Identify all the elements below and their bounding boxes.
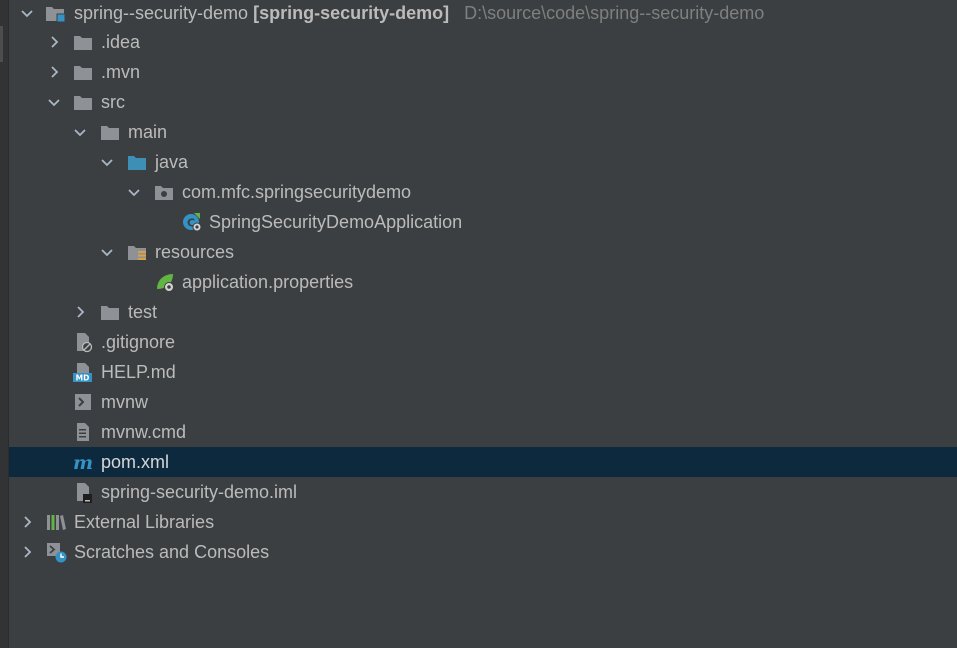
tree-row-scratches[interactable]: Scratches and Consoles (9, 537, 957, 567)
svg-text:m: m (73, 452, 93, 473)
folder-icon (101, 306, 119, 320)
module-folder-icon (46, 7, 66, 23)
chevron-right-icon[interactable] (46, 64, 62, 80)
tree-label: java (155, 152, 189, 172)
scratches-icon (47, 543, 67, 563)
folder-icon (74, 66, 92, 80)
package-icon (155, 186, 173, 200)
source-folder-icon (128, 156, 146, 170)
spring-boot-class-icon: C (183, 213, 202, 232)
tree-label: .idea (101, 32, 141, 52)
shell-script-icon (75, 394, 91, 410)
tree-row-app-class[interactable]: C SpringSecurityDemoApplication (9, 207, 957, 237)
tree-row-mvn[interactable]: .mvn (9, 57, 957, 87)
tree-row-pom[interactable]: m pom.xml (9, 447, 957, 477)
tree-row-iml[interactable]: spring-security-demo.iml (9, 477, 957, 507)
tree-label: mvnw.cmd (101, 422, 187, 442)
tree-row-help[interactable]: MD HELP.md (9, 357, 957, 387)
tree-label: pom.xml (101, 452, 170, 472)
tree-row-src[interactable]: src (9, 87, 957, 117)
spring-properties-icon (157, 274, 174, 292)
tree-label: HELP.md (101, 362, 176, 382)
project-path: D:\source\code\spring--security-demo (464, 3, 765, 23)
chevron-down-icon[interactable] (99, 244, 115, 260)
tool-window-strip (0, 0, 9, 648)
chevron-down-icon[interactable] (19, 5, 35, 21)
tree-label: application.properties (182, 272, 354, 292)
tree-label: External Libraries (74, 512, 215, 532)
folder-icon (101, 126, 119, 140)
tree-label: .gitignore (101, 332, 176, 352)
tree-row-resources[interactable]: resources (9, 237, 957, 267)
resources-folder-icon (128, 246, 146, 260)
project-label: spring--security-demo [spring-security-d… (74, 2, 764, 24)
chevron-down-icon[interactable] (99, 154, 115, 170)
tree-label: com.mfc.springsecuritydemo (182, 182, 412, 202)
tree-row-project-root[interactable]: spring--security-demo [spring-security-d… (9, 0, 957, 28)
tree-row-test[interactable]: test (9, 297, 957, 327)
folder-icon (74, 36, 92, 50)
project-name: spring--security-demo (74, 3, 249, 23)
tree-label: resources (155, 242, 235, 262)
tree-row-mvnw-cmd[interactable]: mvnw.cmd (9, 417, 957, 447)
tree-label: main (128, 122, 168, 142)
tool-window-marker (0, 26, 3, 62)
tree-label: src (101, 92, 125, 112)
chevron-down-icon[interactable] (46, 94, 62, 110)
tree-row-idea[interactable]: .idea (9, 27, 957, 57)
tree-row-external-libraries[interactable]: External Libraries (9, 507, 957, 537)
chevron-right-icon[interactable] (19, 544, 35, 560)
module-name: [spring-security-demo] (253, 3, 450, 23)
chevron-down-icon[interactable] (126, 184, 142, 200)
module-file-icon (77, 483, 92, 503)
tree-label: spring-security-demo.iml (101, 482, 298, 502)
tree-label: mvnw (101, 392, 149, 412)
project-tree[interactable]: spring--security-demo [spring-security-d… (9, 0, 957, 648)
folder-icon (74, 96, 92, 110)
tree-row-app-props[interactable]: application.properties (9, 267, 957, 297)
tree-row-gitignore[interactable]: .gitignore (9, 327, 957, 357)
chevron-right-icon[interactable] (19, 514, 35, 530)
tree-row-main[interactable]: main (9, 117, 957, 147)
markdown-file-icon: MD (73, 363, 92, 383)
tree-label: Scratches and Consoles (74, 542, 270, 562)
tree-label: test (128, 302, 158, 322)
maven-icon: m (73, 452, 93, 473)
chevron-right-icon[interactable] (46, 34, 62, 50)
tree-row-java[interactable]: java (9, 147, 957, 177)
chevron-down-icon[interactable] (72, 124, 88, 140)
tree-label: .mvn (101, 62, 141, 82)
tree-row-mvnw[interactable]: mvnw (9, 387, 957, 417)
chevron-right-icon[interactable] (72, 304, 88, 320)
libraries-icon (47, 515, 66, 530)
text-file-icon (77, 423, 89, 441)
tree-row-package[interactable]: com.mfc.springsecuritydemo (9, 177, 957, 207)
svg-text:MD: MD (76, 374, 90, 383)
tree-label: SpringSecurityDemoApplication (209, 212, 463, 232)
ignore-file-icon (77, 333, 93, 353)
